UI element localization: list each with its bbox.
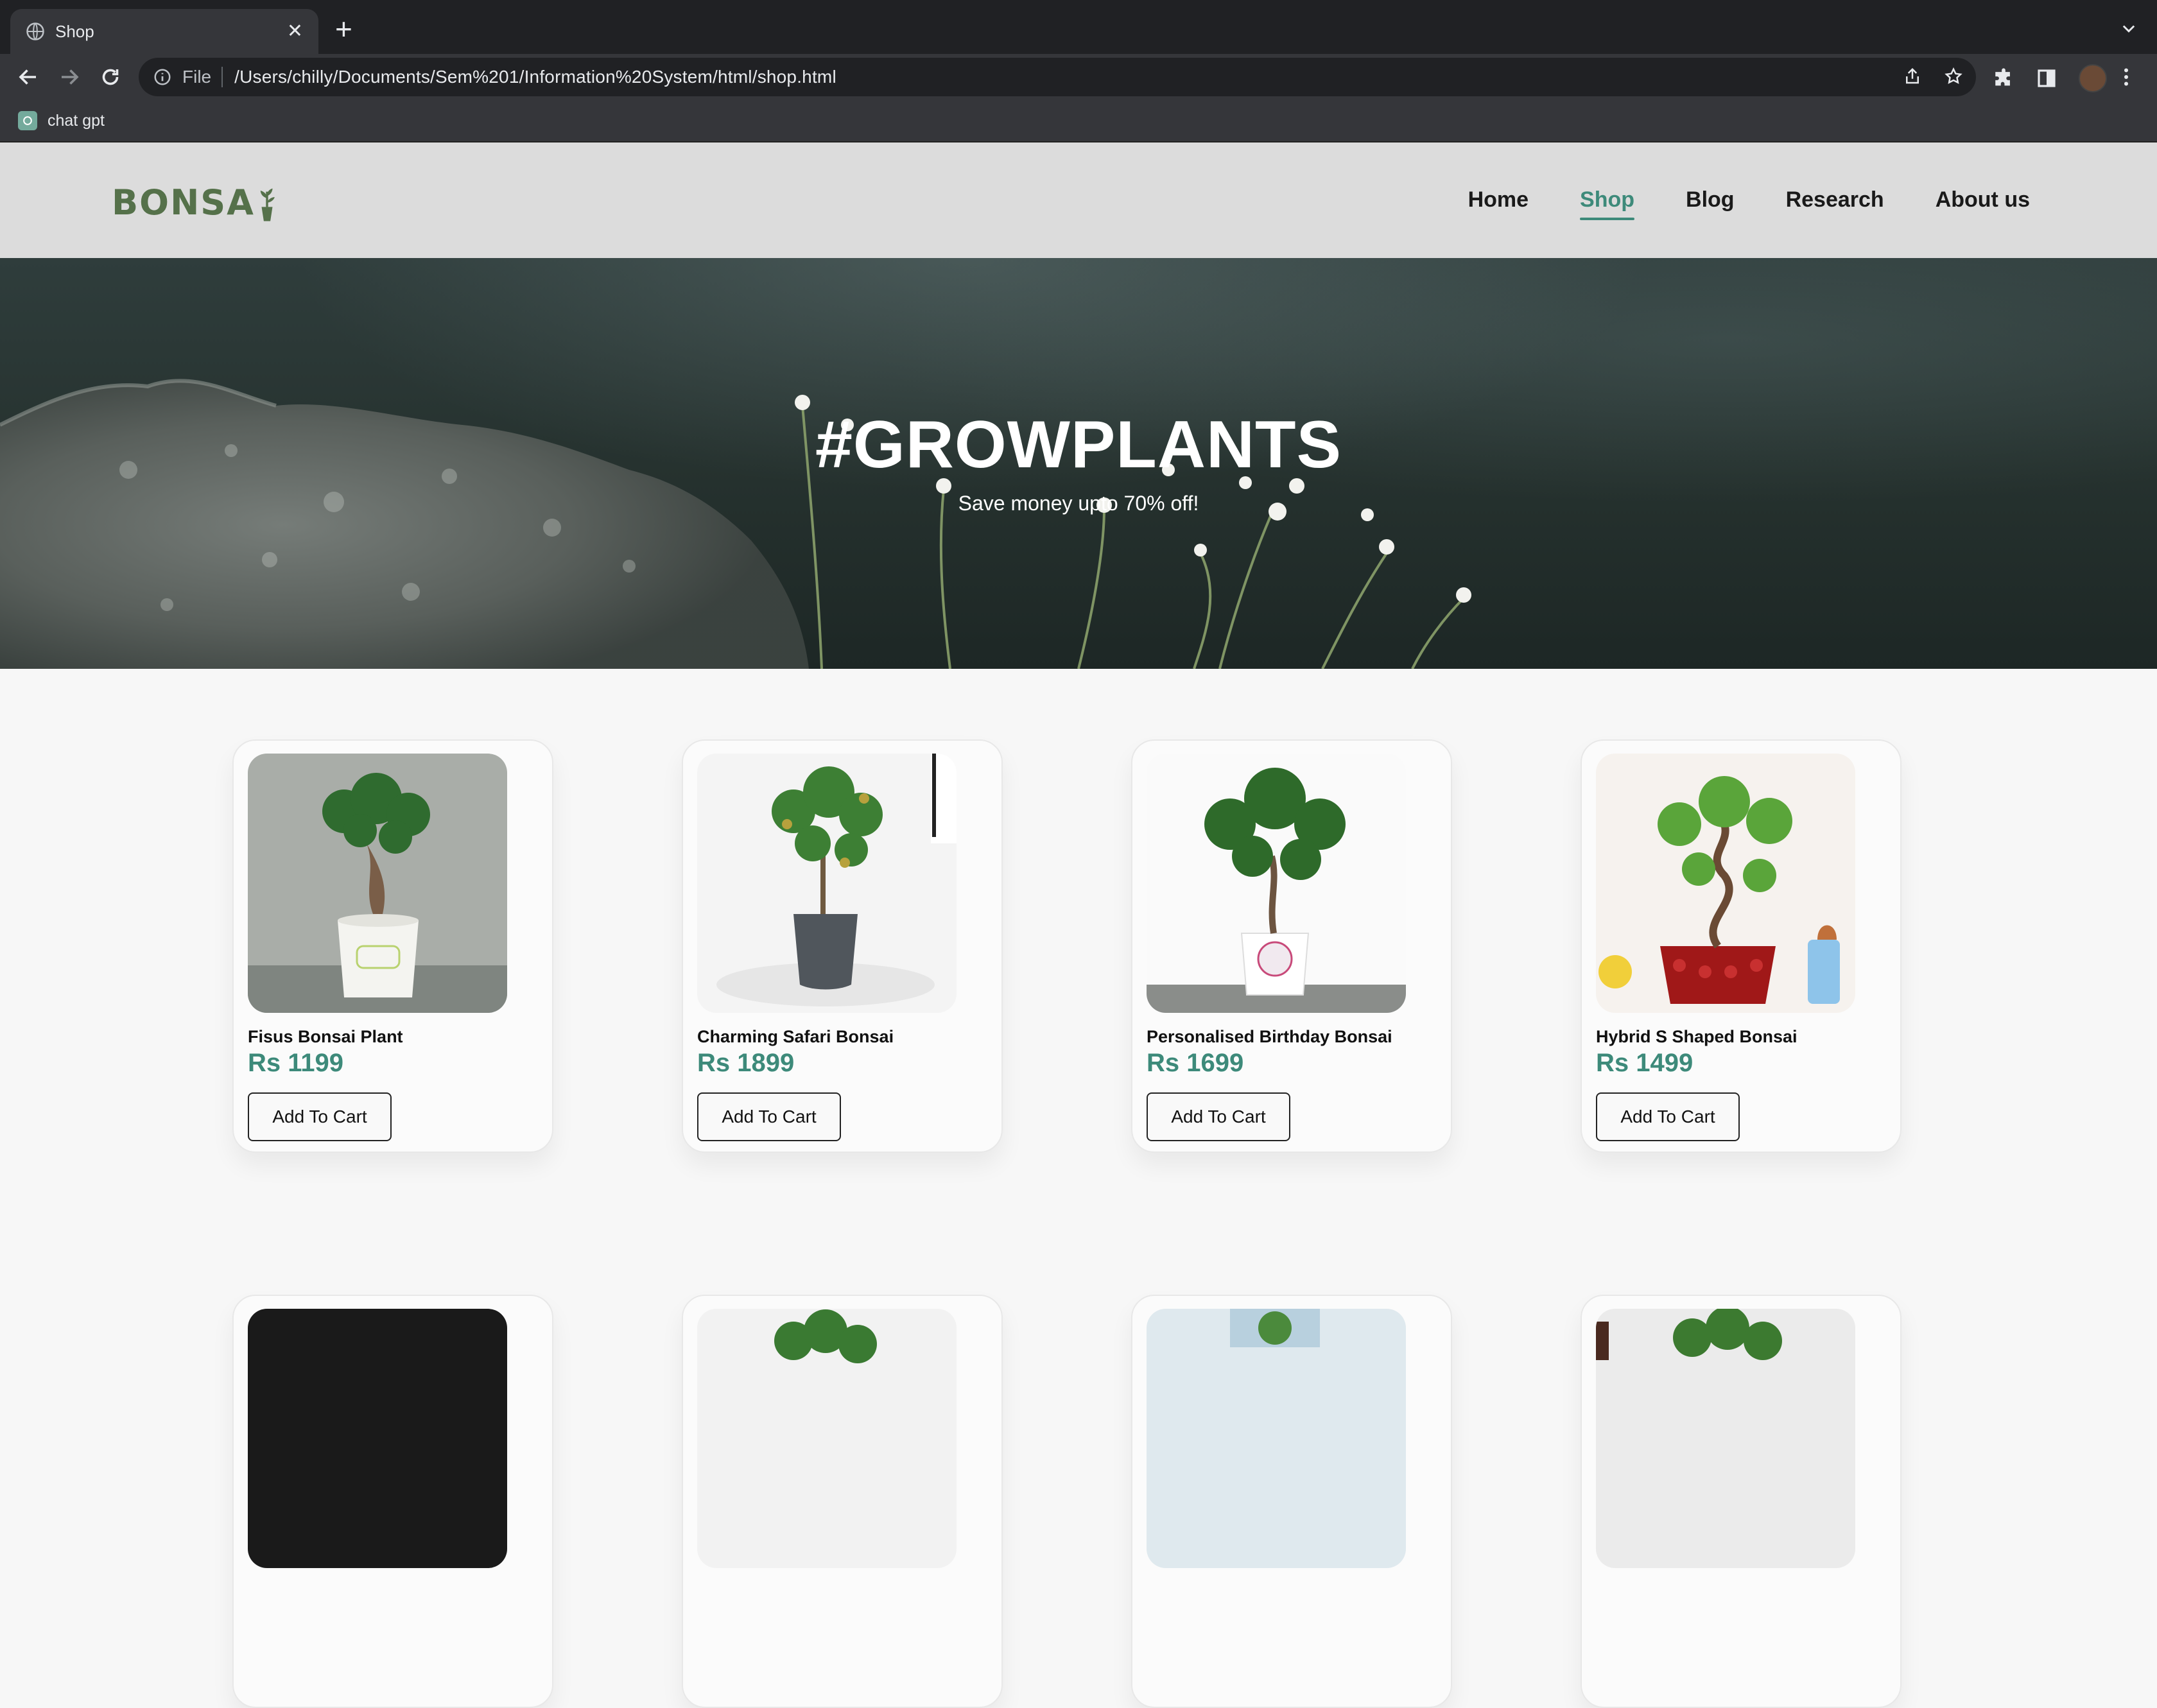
product-card [682, 1295, 1003, 1708]
product-card [232, 1295, 553, 1708]
browser-tab-shop[interactable]: Shop ✕ [10, 9, 318, 54]
profile-avatar[interactable] [2079, 64, 2107, 92]
product-card: Hybrid S Shaped Bonsai Rs 1499 Add To Ca… [1581, 739, 1901, 1153]
omnibox-divider [221, 67, 223, 87]
info-icon[interactable] [153, 67, 172, 87]
new-tab-button[interactable]: + [335, 14, 352, 44]
scheme-label: File [182, 67, 212, 87]
product-card: Charming Safari Bonsai Rs 1899 Add To Ca… [682, 739, 1003, 1153]
product-card: Fisus Bonsai Plant Rs 1199 Add To Cart [232, 739, 553, 1153]
product-name: Personalised Birthday Bonsai [1147, 1027, 1392, 1046]
add-to-cart-button[interactable]: Add To Cart [697, 1092, 841, 1141]
extensions-puzzle-icon[interactable] [1993, 67, 2014, 89]
nav-shop[interactable]: Shop [1580, 187, 1634, 220]
product-card [1131, 1295, 1452, 1708]
share-icon[interactable] [1903, 67, 1922, 86]
add-to-cart-button[interactable]: Add To Cart [248, 1092, 392, 1141]
product-price: Rs 1199 [248, 1049, 344, 1077]
product-name: Fisus Bonsai Plant [248, 1027, 403, 1046]
url-text[interactable]: /Users/chilly/Documents/Sem%201/Informat… [234, 67, 836, 87]
product-card [1581, 1295, 1901, 1708]
nav-about-us[interactable]: About us [1936, 187, 2030, 218]
hero-banner: #GROWPLANTS Save money upto 70% off! [0, 258, 2157, 669]
nav-home[interactable]: Home [1468, 187, 1529, 218]
address-bar[interactable]: File /Users/chilly/Documents/Sem%201/Inf… [139, 58, 1976, 96]
chatgpt-icon [18, 111, 37, 130]
product-price: Rs 1699 [1147, 1049, 1244, 1077]
product-name: Hybrid S Shaped Bonsai [1596, 1027, 1798, 1046]
product-price: Rs 1899 [697, 1049, 795, 1077]
sprout-logo-icon [260, 188, 275, 221]
back-arrow-icon[interactable] [17, 65, 40, 89]
product-grid: Fisus Bonsai Plant Rs 1199 Add To Cart C… [0, 669, 2157, 1708]
product-name: Charming Safari Bonsai [697, 1027, 894, 1046]
side-panel-icon[interactable] [2036, 68, 2057, 89]
browser-toolbar: File /Users/chilly/Documents/Sem%201/Inf… [0, 54, 2157, 100]
product-card: Personalised Birthday Bonsai Rs 1699 Add… [1131, 739, 1452, 1153]
product-price: Rs 1499 [1596, 1049, 1694, 1077]
browser-tab-strip: Shop ✕ + [0, 0, 2157, 54]
more-menu-icon[interactable] [2115, 65, 2138, 89]
site-header: BONSA Home Shop Blog Research About us [0, 142, 2157, 258]
chevron-down-icon[interactable] [2120, 19, 2138, 37]
bookmark-chat-gpt[interactable]: chat gpt [48, 112, 105, 130]
bookmarks-bar: chat gpt [0, 100, 2157, 142]
add-to-cart-button[interactable]: Add To Cart [1147, 1092, 1290, 1141]
product-image-fisus-bonsai[interactable] [248, 754, 507, 1013]
product-image-personalised-birthday-bonsai[interactable] [1147, 754, 1406, 1013]
tab-title: Shop [55, 21, 94, 41]
product-image-charming-safari-bonsai[interactable] [697, 754, 957, 1013]
nav-blog[interactable]: Blog [1686, 187, 1735, 218]
bonsai-logo[interactable]: BONSA [112, 182, 278, 223]
forward-arrow-icon[interactable] [58, 65, 81, 89]
add-to-cart-button[interactable]: Add To Cart [1596, 1092, 1740, 1141]
close-tab-icon[interactable]: ✕ [287, 22, 303, 41]
nav-research[interactable]: Research [1786, 187, 1884, 218]
globe-icon [26, 22, 44, 40]
bookmark-star-icon[interactable] [1944, 67, 1963, 86]
hero-subtitle: Save money upto 70% off! [958, 492, 1199, 515]
reload-icon[interactable] [99, 65, 122, 89]
main-nav: Home Shop Blog Research About us [1468, 187, 2030, 220]
logo-text: BONSA [112, 182, 255, 223]
product-image-hybrid-s-shaped-bonsai[interactable] [1596, 754, 1855, 1013]
hero-title: #GROWPLANTS [815, 408, 1342, 482]
